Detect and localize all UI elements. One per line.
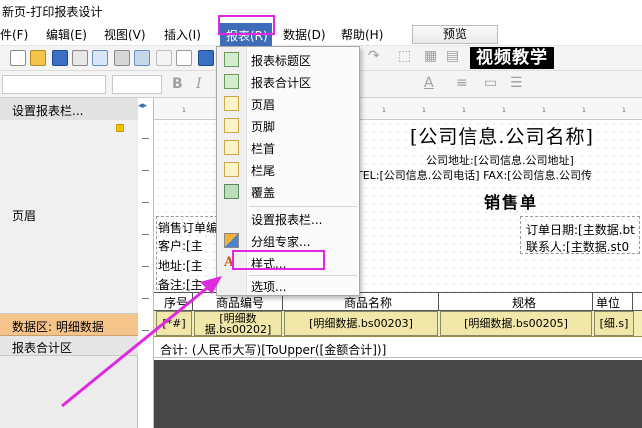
report-total-icon (224, 74, 239, 89)
menu-item-page-footer[interactable]: 页脚 (217, 115, 359, 137)
overlay-icon (224, 184, 239, 199)
menu-data[interactable]: 数据(D) (283, 26, 326, 43)
menu-item-column-header[interactable]: 栏首 (217, 137, 359, 159)
page-setup-icon[interactable] (114, 50, 130, 66)
align-left-icon[interactable]: ☰ (510, 75, 523, 91)
bold-icon[interactable]: B (172, 76, 183, 92)
menu-bar: 件(F) 编辑(E) 视图(V) 插入(I) 数据(D) 帮助(H) 预览 (0, 22, 642, 46)
window-title: 新页-打印报表设计 (2, 5, 103, 19)
layout-icon[interactable] (134, 50, 150, 66)
group-expert-icon (224, 233, 239, 248)
contact-field[interactable]: 联系人:[主数据.st0 (526, 238, 629, 255)
align-icon[interactable]: ▦ (424, 48, 437, 64)
print-preview-icon[interactable] (92, 50, 108, 66)
col-header-spec[interactable]: 规格 (512, 294, 536, 311)
page-footer-icon (224, 118, 239, 133)
select-icon[interactable]: ⬚ (398, 48, 411, 64)
band-page-header[interactable]: 页眉 (0, 120, 138, 314)
ruler-toggle-icon[interactable]: ◂▸ (138, 101, 147, 111)
report-title[interactable]: 销售单 (484, 189, 538, 213)
print-icon[interactable] (72, 50, 88, 66)
report-menu-highlight-box (218, 15, 275, 35)
new-file-icon[interactable] (10, 50, 26, 66)
redo-icon[interactable]: ↷ (368, 48, 380, 64)
menu-separator (249, 206, 357, 207)
cell-index[interactable]: [*#] (156, 311, 192, 336)
video-tutorial-button[interactable]: 视频教学 (470, 47, 554, 69)
menu-item-column-footer[interactable]: 栏尾 (217, 159, 359, 181)
table-row: [*#] [明细数据.bs00202] [明细数据.bs00203] [明细数据… (154, 311, 642, 337)
company-address-field[interactable]: 公司地址:[公司信息.公司地址] (426, 152, 574, 168)
menu-item-options[interactable]: 选项... (217, 275, 359, 297)
col-header-unit[interactable]: 单位 (596, 294, 620, 311)
cell-code[interactable]: [明细数据.bs00202] (194, 311, 282, 336)
menu-view[interactable]: 视图(V) (104, 26, 146, 43)
column-header-icon (224, 140, 239, 155)
total-row: 合计: (人民币大写)[ToUpper([金额合计])] (154, 338, 642, 358)
vertical-ruler (138, 98, 154, 428)
cell-name[interactable]: [明细数据.bs00203] (284, 311, 438, 336)
total-expression[interactable]: 合计: (人民币大写)[ToUpper([金额合计])] (160, 341, 386, 358)
menu-item-page-header[interactable]: 页眉 (217, 93, 359, 115)
col-header-index[interactable]: 序号 (164, 294, 188, 311)
menu-help[interactable]: 帮助(H) (341, 26, 383, 43)
cut-icon[interactable] (156, 50, 172, 66)
border-icon[interactable]: ▭ (484, 75, 497, 91)
menu-item-report-total[interactable]: 报表合计区 (217, 71, 359, 93)
page-header-icon (224, 96, 239, 111)
preview-button[interactable]: 预览 (412, 25, 498, 44)
order-no-label[interactable]: 销售订单编 (158, 219, 218, 236)
report-title-icon (224, 52, 239, 67)
menu-item-band-setup[interactable]: 设置报表栏... (217, 208, 359, 230)
band-panel: 设置报表栏... 页眉 数据区: 明细数据 报表合计区 (0, 98, 138, 428)
canvas-empty-area (154, 360, 642, 428)
title-bar: 新页-打印报表设计 (0, 0, 642, 22)
font-size-combo[interactable] (112, 75, 162, 94)
menu-item-report-title[interactable]: 报表标题区 (217, 49, 359, 71)
save-icon[interactable] (52, 50, 68, 66)
menu-file[interactable]: 件(F) (0, 26, 28, 43)
find-icon[interactable] (198, 50, 214, 66)
customer-label[interactable]: 客户:[主 (158, 237, 203, 254)
font-name-combo[interactable] (2, 75, 106, 94)
column-footer-icon (224, 162, 239, 177)
grid-icon[interactable]: ▤ (446, 48, 459, 64)
band-detail-data[interactable]: 数据区: 明细数据 (0, 314, 138, 336)
company-name-field[interactable]: [公司信息.公司名称] (410, 122, 594, 149)
menu-edit[interactable]: 编辑(E) (46, 26, 87, 43)
italic-icon[interactable]: I (196, 76, 202, 92)
order-date-field[interactable]: 订单日期:[主数据.bt (526, 221, 635, 238)
menu-item-overlay[interactable]: 覆盖 (217, 181, 359, 203)
open-folder-icon[interactable] (30, 50, 46, 66)
band-report-total[interactable]: 报表合计区 (0, 336, 138, 356)
delete-icon[interactable] (176, 50, 192, 66)
style-item-highlight-box (232, 250, 325, 270)
cell-unit[interactable]: [细.s] (594, 311, 634, 336)
band-panel-title[interactable]: 设置报表栏... (0, 98, 138, 120)
menu-insert[interactable]: 插入(I) (164, 26, 201, 43)
tel-fax-field[interactable]: TEL:[公司信息.公司电话] FAX:[公司信息.公司传 (356, 167, 592, 183)
cell-spec[interactable]: [明细数据.bs00205] (440, 311, 592, 336)
lock-icon (116, 124, 124, 132)
band-page-header-label: 页眉 (12, 209, 37, 223)
font-color-icon[interactable]: A (424, 75, 434, 91)
menu-item-group-expert[interactable]: 分组专家... (217, 230, 359, 252)
remark-label[interactable]: 备注:[主 (158, 276, 203, 293)
line-style-icon[interactable]: ≡ (456, 75, 468, 91)
address-label[interactable]: 地址:[主 (158, 257, 203, 274)
